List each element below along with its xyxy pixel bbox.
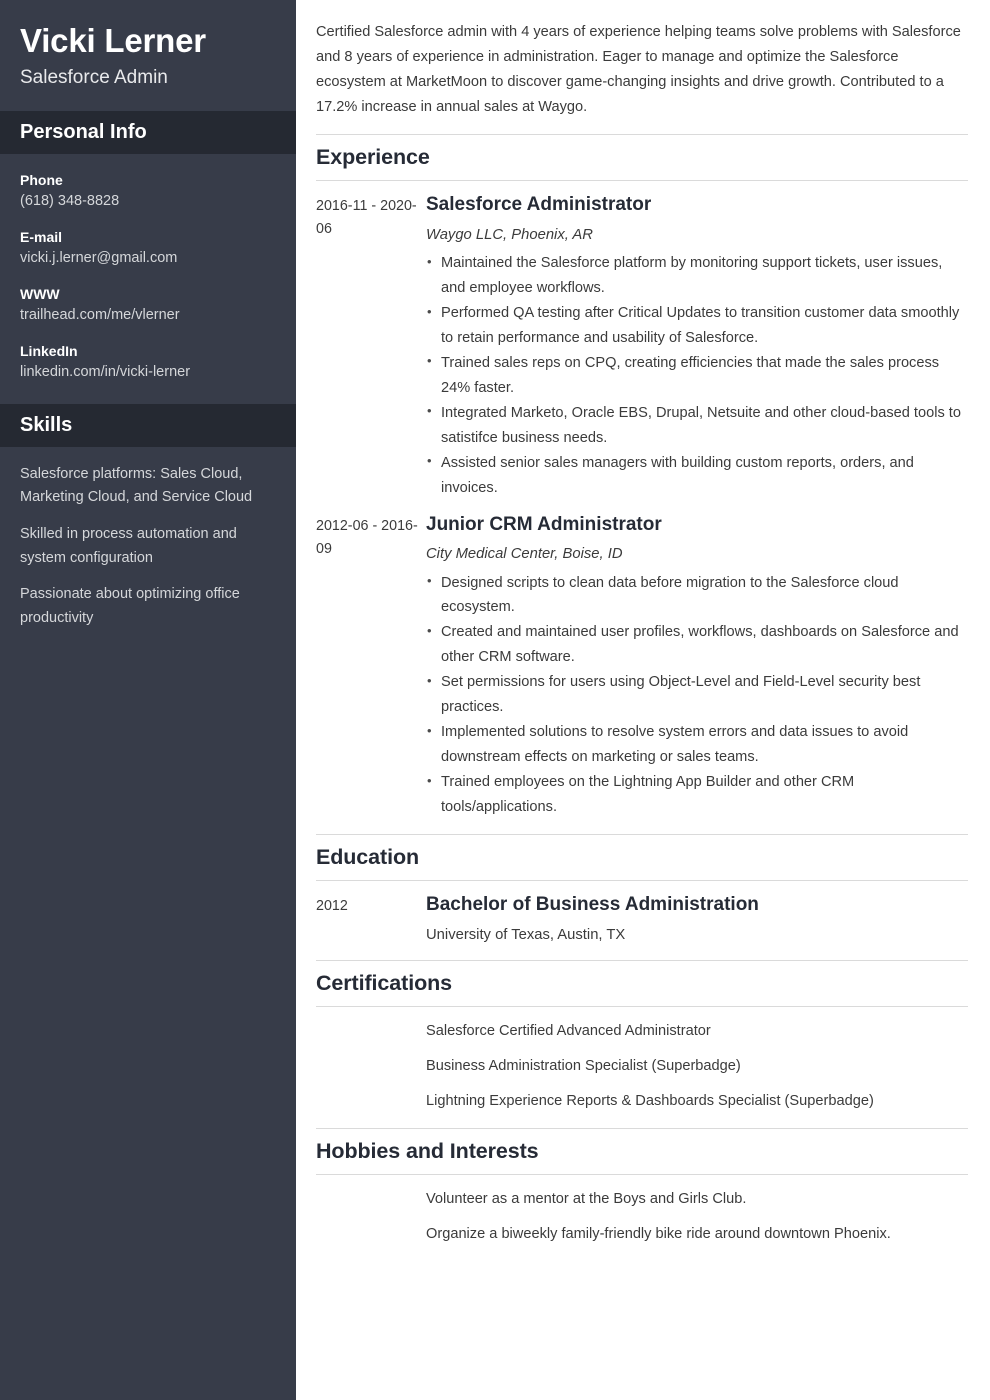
skill-item: Skilled in process automation and system… [20,526,237,566]
entry-body: Junior CRM Administrator City Medical Ce… [426,513,968,820]
bullet-item: Created and maintained user profiles, wo… [426,620,968,670]
candidate-job-title: Salesforce Admin [20,66,168,88]
certification-item: Lightning Experience Reports & Dashboard… [426,1093,874,1110]
entry-job-title: Salesforce Administrator [426,194,652,216]
contact-label: LinkedIn [20,342,78,359]
hobby-row: Organize a biweekly family-friendly bike… [316,1223,968,1246]
contact-value-phone[interactable]: (618) 348-8828 [20,191,276,213]
entry-body: Bachelor of Business Administration Univ… [426,893,968,946]
bullet-item: Implemented solutions to resolve system … [426,720,968,770]
skill-item: Salesforce platforms: Sales Cloud, Marke… [20,465,253,506]
date-column-spacer [316,1223,426,1246]
sidebar-heading-skills: Skills [0,403,296,447]
entry-bullet-list: Designed scripts to clean data before mi… [426,570,968,821]
certification-item: Business Administration Specialist (Supe… [426,1058,741,1075]
contact-value-linkedin[interactable]: linkedin.com/in/vicki-lerner [20,362,276,384]
entry-degree: Bachelor of Business Administration [426,893,759,915]
contact-item-email: E-mail vicki.j.lerner@gmail.com [20,227,276,270]
education-entries: 2012 Bachelor of Business Administration… [316,881,968,946]
entry-date: 2012-06 - 2016-09 [316,517,418,557]
certification-row: Business Administration Specialist (Supe… [316,1055,968,1078]
skills-list: Salesforce platforms: Sales Cloud, Marke… [0,447,296,651]
contact-item-www: WWW trailhead.com/me/vlerner [20,284,276,327]
bullet-item: Trained sales reps on CPQ, creating effi… [426,350,968,401]
hobbies-list: Volunteer as a mentor at the Boys and Gi… [316,1175,968,1247]
contact-label: E-mail [20,228,63,245]
section-heading-hobbies: Hobbies and Interests [316,1127,968,1175]
date-column-spacer [316,1090,426,1113]
entry-company: Waygo LLC, Phoenix, AR [426,226,593,243]
bullet-item: Maintained the Salesforce platform by mo… [426,251,968,301]
date-column-spacer [316,1188,426,1211]
contact-value-www[interactable]: trailhead.com/me/vlerner [20,305,276,327]
certification-item: Salesforce Certified Advanced Administra… [426,1022,711,1039]
contact-value-email[interactable]: vicki.j.lerner@gmail.com [20,248,276,270]
entry-bullet-list: Maintained the Salesforce platform by mo… [426,251,968,501]
section-certifications: Certifications Salesforce Certified Adva… [316,959,968,1114]
identity-block: Vicki Lerner Salesforce Admin [0,0,296,111]
date-column-spacer [316,1055,426,1078]
bullet-item: Designed scripts to clean data before mi… [426,570,968,621]
personal-info-list: Phone (618) 348-8828 E-mail vicki.j.lern… [0,154,296,404]
experience-entry: 2012-06 - 2016-09 Junior CRM Administrat… [316,513,968,820]
hobby-item: Organize a biweekly family-friendly bike… [426,1225,891,1242]
hobby-item: Volunteer as a mentor at the Boys and Gi… [426,1190,747,1207]
bullet-item: Performed QA testing after Critical Upda… [426,301,968,351]
sidebar: Vicki Lerner Salesforce Admin Personal I… [0,0,296,1400]
main-content: Certified Salesforce admin with 4 years … [296,0,990,1400]
entry-job-title: Junior CRM Administrator [426,513,662,535]
entry-company: City Medical Center, Boise, ID [426,546,623,563]
bullet-item: Integrated Marketo, Oracle EBS, Drupal, … [426,400,968,451]
certification-row: Salesforce Certified Advanced Administra… [316,1020,968,1043]
bullet-item: Assisted senior sales managers with buil… [426,450,968,501]
section-heading-certifications: Certifications [316,959,968,1007]
experience-entry: 2016-11 - 2020-06 Salesforce Administrat… [316,193,968,500]
date-column-spacer [316,1020,426,1043]
bullet-item: Set permissions for users using Object-L… [426,670,968,720]
section-education: Education 2012 Bachelor of Business Admi… [316,834,968,946]
candidate-name: Vicki Lerner [20,22,206,59]
contact-item-linkedin: LinkedIn linkedin.com/in/vicki-lerner [20,341,276,384]
contact-item-phone: Phone (618) 348-8828 [20,170,276,213]
education-entry: 2012 Bachelor of Business Administration… [316,893,968,946]
contact-label: WWW [20,285,60,302]
hobby-row: Volunteer as a mentor at the Boys and Gi… [316,1188,968,1211]
entry-school: University of Texas, Austin, TX [426,926,626,943]
skill-item: Passionate about optimizing office produ… [20,586,240,626]
section-heading-education: Education [316,834,968,881]
section-experience: Experience 2016-11 - 2020-06 Salesforce … [316,134,968,820]
contact-label: Phone [20,171,63,188]
resume-document: Vicki Lerner Salesforce Admin Personal I… [0,0,990,1400]
sidebar-heading-personal-info: Personal Info [0,110,296,154]
entry-date: 2016-11 - 2020-06 [316,198,417,238]
professional-summary: Certified Salesforce admin with 4 years … [316,24,961,116]
certifications-list: Salesforce Certified Advanced Administra… [316,1007,968,1114]
entry-date: 2012 [316,897,348,914]
entry-body: Salesforce Administrator Waygo LLC, Phoe… [426,193,968,500]
section-heading-experience: Experience [316,134,968,182]
experience-entries: 2016-11 - 2020-06 Salesforce Administrat… [316,181,968,820]
section-hobbies: Hobbies and Interests Volunteer as a men… [316,1127,968,1247]
certification-row: Lightning Experience Reports & Dashboard… [316,1090,968,1113]
bullet-item: Trained employees on the Lightning App B… [426,770,968,820]
